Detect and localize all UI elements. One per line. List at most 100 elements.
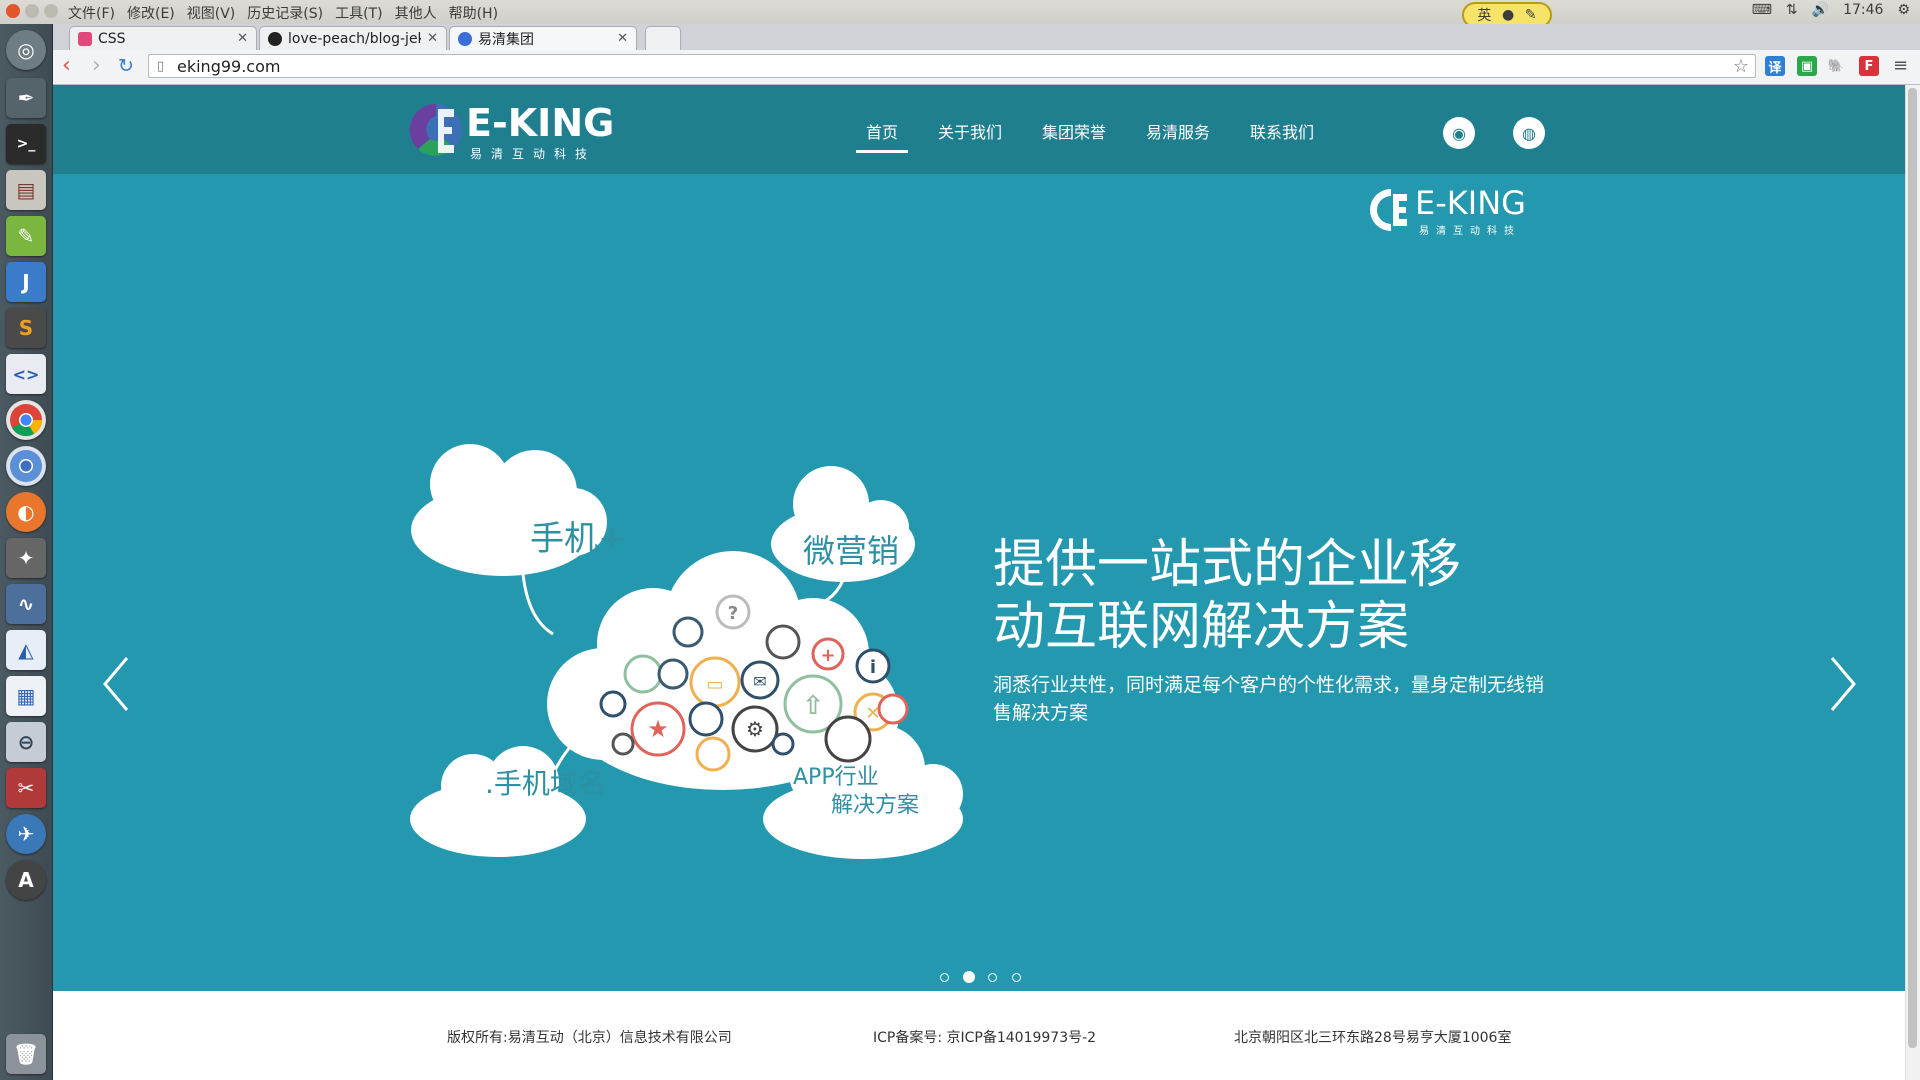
disk-utility-icon[interactable]: ⊖	[6, 722, 46, 762]
translate-extension-icon[interactable]: 译	[1765, 56, 1785, 76]
chromium-icon[interactable]	[6, 446, 46, 486]
green-extension-icon[interactable]: ▣	[1797, 56, 1817, 76]
cloud-label-solutions: 解决方案	[831, 793, 920, 818]
code-editor-icon[interactable]: <>	[6, 354, 46, 394]
software-updater-icon[interactable]: A	[6, 860, 46, 900]
css-favicon-icon	[78, 31, 92, 46]
menu-view[interactable]: 视图(V)	[187, 3, 236, 23]
hero-slider: E-KING 易清互动科技 ★ ⇧ ▭ ✉ + i ? ⚙ ✕ 手机+ 微营销 …	[53, 174, 1905, 991]
nav-services[interactable]: 易清服务	[1146, 119, 1210, 143]
ime-tool-icon: ✎	[1524, 7, 1537, 23]
slider-dot-3[interactable]	[988, 973, 997, 982]
back-arrow-icon[interactable]: ‹	[62, 53, 71, 78]
browser-tab-strip: CSS ✕ love-peach/blog-jek ✕ 易清集团 ✕	[53, 24, 1920, 50]
site-footer: 版权所有:易清互动（北京）信息技术有限公司 ICP备案号: 京ICP备14019…	[53, 991, 1905, 1080]
scrollbar-thumb[interactable]	[1908, 88, 1917, 1048]
tab-eking[interactable]: 易清集团 ✕	[449, 26, 637, 50]
volume-icon[interactable]: 🔊	[1812, 2, 1829, 18]
editor-app-icon[interactable]: ✎	[6, 216, 46, 256]
gimp-icon[interactable]: ✦	[6, 538, 46, 578]
clock[interactable]: 17:46	[1843, 2, 1883, 18]
nav-honors[interactable]: 集团荣誉	[1042, 119, 1106, 143]
forward-arrow-icon[interactable]: ›	[92, 53, 101, 78]
svg-text:+: +	[820, 645, 835, 666]
ime-language-label: 英	[1477, 8, 1492, 24]
system-menu-bar: 文件(F) 修改(E) 视图(V) 历史记录(S) 工具(T) 其他人 帮助(H…	[0, 0, 1920, 28]
keyboard-icon[interactable]: ⌨	[1752, 2, 1772, 18]
nav-home[interactable]: 首页	[866, 119, 898, 143]
settings-gear-icon[interactable]: ⚙	[1897, 2, 1910, 18]
tab-css[interactable]: CSS ✕	[69, 26, 257, 50]
tab-title: CSS	[98, 30, 126, 47]
site-logo[interactable]: E-KING 易清互动科技	[408, 99, 638, 161]
chrome-icon[interactable]	[6, 400, 46, 440]
trash-icon[interactable]: 🗑	[6, 1034, 46, 1074]
reload-icon[interactable]: ↻	[118, 55, 134, 77]
sublime-text-icon[interactable]: S	[6, 308, 46, 348]
nav-about[interactable]: 关于我们	[938, 119, 1002, 143]
mysql-workbench-icon[interactable]: ◭	[6, 630, 46, 670]
wechat-icon[interactable]: ◍	[1513, 117, 1545, 149]
slider-prev-arrow-icon[interactable]	[101, 654, 131, 714]
tab-github[interactable]: love-peach/blog-jek ✕	[259, 26, 447, 50]
ime-dot-icon: ●	[1502, 7, 1515, 23]
footer-address: 北京朝阳区北三环东路28号易亨大厦1006室	[1234, 1030, 1512, 1046]
file-manager-icon[interactable]: ▤	[6, 170, 46, 210]
window-close-button[interactable]	[6, 4, 20, 18]
menu-tools[interactable]: 工具(T)	[335, 3, 382, 23]
page-icon: ▯	[157, 59, 165, 74]
slider-dot-1[interactable]	[940, 973, 949, 982]
pen-app-icon[interactable]: ✒	[6, 78, 46, 118]
nav-contact[interactable]: 联系我们	[1250, 119, 1314, 143]
new-tab-button[interactable]	[645, 26, 681, 50]
document-viewer-icon[interactable]: ▦	[6, 676, 46, 716]
address-bar[interactable]: ▯ eking99.com ☆	[148, 54, 1756, 78]
close-icon[interactable]: ✕	[237, 31, 248, 46]
browser-menu-icon[interactable]: ≡	[1893, 55, 1908, 76]
close-icon[interactable]: ✕	[427, 31, 438, 46]
close-icon[interactable]: ✕	[617, 31, 628, 46]
hero-headline-line2: 动互联网解决方案	[993, 597, 1410, 657]
bookmark-star-icon[interactable]: ☆	[1733, 56, 1749, 77]
menu-help[interactable]: 帮助(H)	[449, 3, 498, 23]
eking-logo-mark-icon	[409, 103, 462, 156]
firefox-icon[interactable]: ◐	[6, 492, 46, 532]
svg-text:✉: ✉	[753, 672, 766, 691]
system-monitor-icon[interactable]: ∿	[6, 584, 46, 624]
hero-watermark-logo: E-KING 易清互动科技	[1369, 184, 1539, 240]
red-extension-icon[interactable]: F	[1859, 56, 1879, 76]
window-minimize-button[interactable]	[25, 4, 39, 18]
terminal-icon[interactable]: >_	[6, 124, 46, 164]
tab-title: love-peach/blog-jek	[288, 30, 422, 47]
logo-subtitle: 易清互动科技	[470, 147, 597, 161]
window-maximize-button[interactable]	[44, 4, 58, 18]
github-favicon-icon	[268, 31, 282, 46]
watermark-subtitle: 易清互动科技	[1419, 226, 1521, 237]
menu-file[interactable]: 文件(F)	[68, 3, 115, 23]
system-tray: ⌨ ⇅ 🔊 17:46 ⚙	[1752, 2, 1910, 18]
svg-text:⇧: ⇧	[802, 691, 824, 721]
nav-active-indicator	[856, 150, 908, 153]
svg-text:✕: ✕	[865, 703, 880, 724]
slider-next-arrow-icon[interactable]	[1828, 654, 1858, 714]
ide-app-icon[interactable]: J	[6, 262, 46, 302]
bird-app-icon[interactable]: ✈	[6, 814, 46, 854]
network-icon[interactable]: ⇅	[1786, 2, 1798, 18]
web-page: E-KING 易清互动科技 首页 关于我们 集团荣誉 易清服务 联系我们 ◉ ◍…	[53, 85, 1905, 1080]
footer-icp: ICP备案号: 京ICP备14019973号-2	[873, 1030, 1097, 1046]
dash-home-icon[interactable]: ◎	[6, 30, 46, 70]
menu-edit[interactable]: 修改(E)	[127, 3, 175, 23]
system-settings-icon[interactable]: ✂	[6, 768, 46, 808]
slider-dot-2[interactable]	[963, 971, 975, 983]
footer-copyright: 版权所有:易清互动（北京）信息技术有限公司	[447, 1030, 732, 1046]
site-header: E-KING 易清互动科技 首页 关于我们 集团荣誉 易清服务 联系我们 ◉ ◍	[53, 85, 1905, 174]
weibo-icon[interactable]: ◉	[1443, 117, 1475, 149]
svg-text:▭: ▭	[706, 674, 723, 695]
menu-history[interactable]: 历史记录(S)	[247, 3, 323, 23]
tab-title: 易清集团	[478, 31, 534, 48]
evernote-extension-icon[interactable]: 🐘	[1826, 56, 1846, 76]
slider-dot-4[interactable]	[1012, 973, 1021, 982]
eking-white-logo-icon	[1369, 189, 1407, 231]
app-launcher: ◎ ✒ >_ ▤ ✎ J S <> ◐ ✦ ∿ ◭ ▦ ⊖ ✂ ✈ A 🗑	[0, 24, 53, 1080]
menu-others[interactable]: 其他人	[395, 3, 437, 23]
